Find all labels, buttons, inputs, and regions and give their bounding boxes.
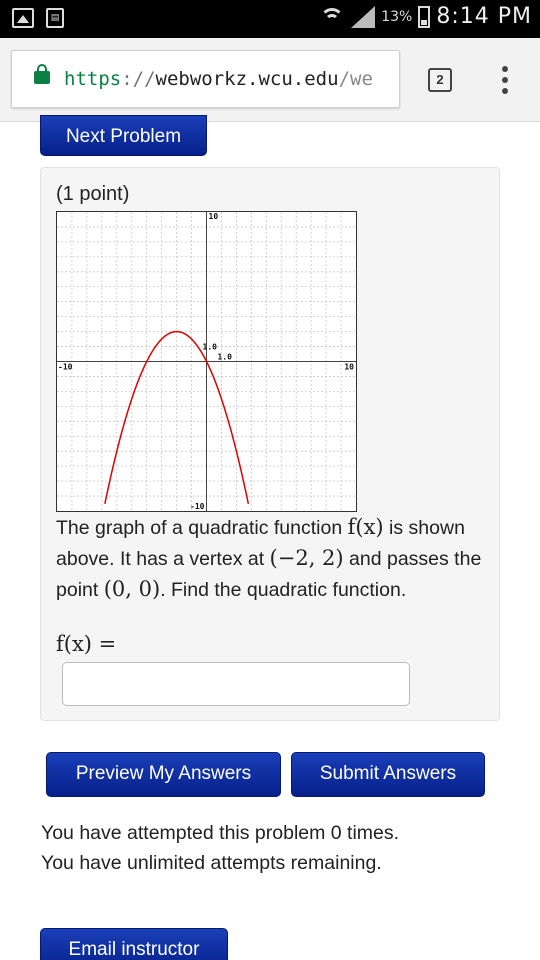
answer-label: f(x) = bbox=[56, 632, 117, 656]
y-max-tick-label: 10 bbox=[209, 212, 219, 221]
lock-icon bbox=[34, 64, 50, 84]
url-separator: :// bbox=[121, 68, 156, 90]
email-instructor-button[interactable]: Email instructor bbox=[40, 928, 228, 960]
status-bar: ▤ 13% 8:14 PM bbox=[0, 0, 540, 38]
point-value: (0, 0) bbox=[103, 577, 161, 601]
notification-icons: ▤ bbox=[12, 8, 64, 28]
attempts-info: You have attempted this problem 0 times.… bbox=[41, 818, 399, 878]
submit-answers-button[interactable]: Submit Answers bbox=[291, 752, 485, 797]
signal-icon bbox=[351, 5, 376, 28]
battery-percent: 13% bbox=[381, 8, 413, 25]
document-icon: ▤ bbox=[46, 8, 64, 28]
url-path: /we bbox=[338, 68, 373, 90]
gallery-icon bbox=[12, 8, 34, 28]
vertex-value: (−2, 2) bbox=[269, 546, 344, 570]
quadratic-graph: 10 -10 -10 10 1.01.0 bbox=[56, 211, 357, 512]
x-min-tick-label: -10 bbox=[58, 363, 73, 372]
problem-box: (1 point) 10 -10 -10 10 1.0 1.0 The graph of … bbox=[40, 167, 500, 721]
url-host: webworkz.wcu.edu bbox=[155, 68, 339, 90]
preview-answers-button[interactable]: Preview My Answers bbox=[46, 752, 281, 797]
next-problem-button[interactable]: Next Problem bbox=[40, 115, 207, 156]
attempts-count-text: You have attempted this problem 0 times. bbox=[41, 822, 400, 844]
url-scheme: https bbox=[64, 68, 122, 90]
problem-function: f(x) bbox=[347, 515, 384, 539]
problem-text-1: The graph of a quadratic function bbox=[56, 517, 343, 539]
problem-points: (1 point) bbox=[56, 183, 130, 205]
problem-text-4: . Find the quadratic function. bbox=[160, 579, 407, 601]
y-min-tick-label: -10 bbox=[190, 502, 205, 511]
overflow-menu-icon[interactable] bbox=[498, 66, 512, 94]
wifi-icon bbox=[319, 6, 345, 28]
y-unit-tick-label: 1.0 bbox=[203, 343, 218, 352]
address-bar[interactable]: https://webworkz.wcu.edu/we bbox=[11, 50, 400, 108]
problem-statement: The graph of a quadratic function f(x) i… bbox=[56, 512, 486, 605]
answer-input[interactable] bbox=[62, 662, 410, 706]
browser-toolbar: https://webworkz.wcu.edu/we 2 bbox=[0, 38, 540, 122]
x-unit-tick-label: 1.0 bbox=[217, 353, 232, 362]
clock: 8:14 PM bbox=[436, 4, 532, 29]
attempts-remaining-text: You have unlimited attempts remaining. bbox=[41, 852, 382, 874]
x-max-tick-label: 10 bbox=[344, 363, 354, 372]
tab-switcher-button[interactable]: 2 bbox=[428, 68, 452, 92]
battery-icon bbox=[418, 5, 431, 28]
url-text[interactable]: https://webworkz.wcu.edu/we bbox=[64, 66, 373, 92]
